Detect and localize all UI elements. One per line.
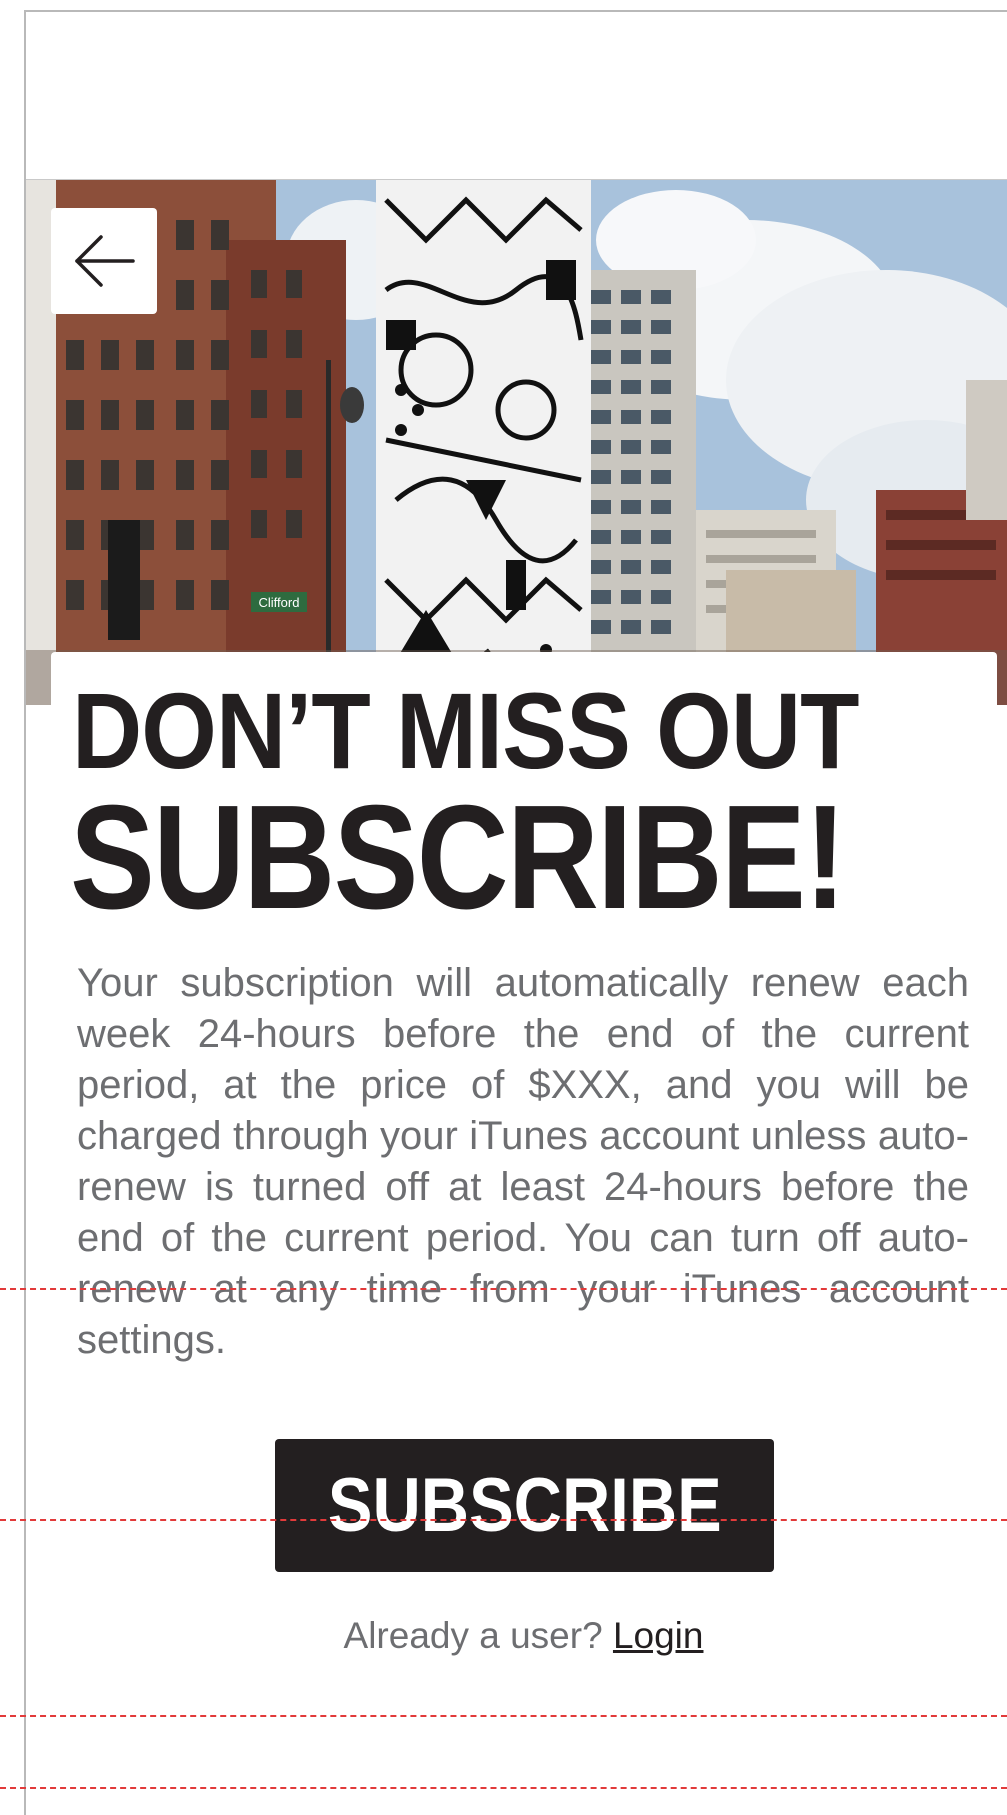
back-button[interactable] [51, 208, 157, 314]
arrow-left-icon [75, 235, 135, 287]
login-link[interactable]: Login [613, 1615, 704, 1656]
header-bar [26, 12, 1007, 180]
guide-line [0, 1519, 1007, 1521]
guide-line [0, 1787, 1007, 1789]
guide-line [0, 1288, 1007, 1290]
subscribe-button[interactable]: SUBSCRIBE [275, 1439, 774, 1572]
street-sign-text: Clifford [259, 595, 300, 610]
login-prompt-line: Already a user? Login [0, 1615, 1007, 1657]
guide-line [0, 1715, 1007, 1717]
subscribe-screen: Clifford DON’T MISS OUT SUBSCRIBE! Your … [0, 0, 1007, 1815]
hero-image: Clifford [26, 180, 1007, 705]
city-mural-illustration: Clifford [26, 180, 1007, 705]
subscribe-button-label: SUBSCRIBE [327, 1463, 722, 1548]
login-prompt-text: Already a user? [343, 1615, 603, 1656]
subscription-terms-text: Your subscription will automatically ren… [77, 961, 969, 1362]
headline-subscribe: SUBSCRIBE! [70, 775, 847, 940]
headline-dont-miss-out: DON’T MISS OUT [72, 670, 859, 791]
